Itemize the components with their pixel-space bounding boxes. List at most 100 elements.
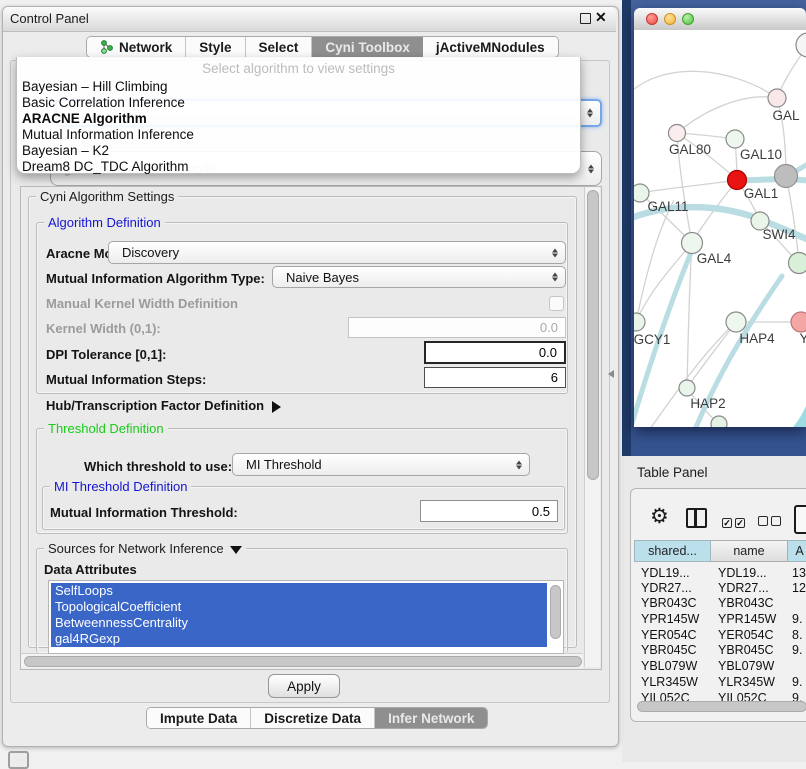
- table-cell[interactable]: 9.: [792, 612, 806, 626]
- table-cell[interactable]: YBL079W: [641, 659, 709, 673]
- control-panel-titlebar[interactable]: [3, 7, 616, 32]
- table-cell[interactable]: YBR045C: [718, 643, 786, 657]
- select-all-columns-icon[interactable]: ✓✓: [722, 513, 745, 531]
- table-cell[interactable]: YLR345W: [718, 675, 786, 689]
- table-cell[interactable]: YBL079W: [718, 659, 786, 673]
- list-item-selected[interactable]: BetweennessCentrality: [51, 615, 547, 631]
- table-cell[interactable]: 9.: [792, 691, 806, 701]
- table-horizontal-scrollbar[interactable]: [637, 701, 806, 712]
- control-panel-title: Control Panel: [10, 11, 89, 26]
- node-label: GAL11: [647, 199, 688, 214]
- gear-icon[interactable]: ⚙: [650, 504, 669, 529]
- node-green-bottom[interactable]: [711, 416, 727, 427]
- node-green-right[interactable]: [789, 253, 806, 274]
- dropdown-item[interactable]: Dream8 DC_TDC Algorithm: [22, 159, 189, 174]
- cyni-bottom-tabbar: Impute Data Discretize Data Infer Networ…: [146, 707, 488, 729]
- sources-group-title[interactable]: Sources for Network Inference: [44, 541, 246, 556]
- table-cell[interactable]: YBR043C: [718, 596, 786, 610]
- table-cell[interactable]: YIL052C: [641, 691, 709, 701]
- column-header-name[interactable]: name: [711, 540, 788, 562]
- aracne-mode-combo[interactable]: Discovery: [108, 241, 566, 264]
- mi-steps-field[interactable]: 6: [424, 367, 566, 388]
- table-cell[interactable]: YBR043C: [641, 596, 709, 610]
- list-item-selected[interactable]: gal4RGexp: [51, 631, 547, 647]
- table-cell[interactable]: YER054C: [641, 628, 709, 642]
- close-traffic-light[interactable]: [646, 13, 658, 25]
- splitter-collapse-arrow-icon[interactable]: [608, 370, 614, 378]
- column-header-partial[interactable]: A: [788, 540, 806, 562]
- node-label: GAL4: [697, 251, 732, 266]
- settings-hscrollbar-thumb[interactable]: [24, 656, 582, 667]
- table-cell[interactable]: YLR345W: [641, 675, 709, 689]
- table-cell[interactable]: YPR145W: [641, 612, 709, 626]
- minimize-traffic-light[interactable]: [664, 13, 676, 25]
- dropdown-item[interactable]: Basic Correlation Inference: [22, 95, 185, 110]
- tab-network[interactable]: Network: [87, 37, 186, 57]
- network-window-titlebar[interactable]: [634, 8, 806, 31]
- which-threshold-combo[interactable]: MI Threshold: [232, 453, 530, 476]
- tab-label: Network: [119, 40, 172, 55]
- node-label: HAP2: [690, 396, 725, 411]
- settings-vscrollbar-thumb[interactable]: [587, 190, 599, 480]
- node-hap4[interactable]: [726, 312, 746, 332]
- node-gal10[interactable]: [726, 130, 744, 148]
- network-canvas[interactable]: GAL GAL80 GAL10 GAL1 GAL11 SWI4 GAL4 GCY…: [634, 30, 806, 427]
- table-cell[interactable]: 8.: [792, 628, 806, 642]
- document-icon[interactable]: [794, 505, 806, 534]
- manual-kernel-width-checkbox[interactable]: [549, 296, 564, 311]
- dpi-tolerance-label: DPI Tolerance [0,1]:: [46, 347, 166, 362]
- dpi-tolerance-field[interactable]: 0.0: [424, 341, 566, 364]
- table-cell[interactable]: YBR045C: [641, 643, 709, 657]
- column-header-shared-name[interactable]: shared...: [634, 540, 711, 562]
- minimized-panel-icon[interactable]: [8, 751, 29, 769]
- column-view-icon[interactable]: [686, 508, 707, 528]
- list-item-selected[interactable]: TopologicalCoefficient: [51, 599, 547, 615]
- list-item-selected[interactable]: SelfLoops: [51, 583, 547, 599]
- tab-style[interactable]: Style: [186, 37, 245, 57]
- table-cell[interactable]: YDR27...: [718, 581, 786, 595]
- table-cell[interactable]: YER054C: [718, 628, 786, 642]
- node-gcy1[interactable]: [634, 313, 645, 331]
- float-window-icon[interactable]: [580, 13, 591, 24]
- tab-jactivemnodules[interactable]: jActiveMNodules: [423, 37, 558, 57]
- node-label: GAL: [772, 108, 800, 123]
- table-cell[interactable]: 9.: [792, 675, 806, 689]
- tab-infer-network[interactable]: Infer Network: [375, 708, 487, 728]
- table-cell[interactable]: 9.: [792, 643, 806, 657]
- data-attributes-list[interactable]: SelfLoops TopologicalCoefficient Between…: [48, 580, 564, 654]
- tab-select[interactable]: Select: [246, 37, 313, 57]
- table-cell[interactable]: YDL19...: [641, 566, 709, 580]
- dropdown-item[interactable]: Bayesian – Hill Climbing: [22, 79, 168, 94]
- table-cell[interactable]: YIL052C: [718, 691, 786, 701]
- node-unlabeled-top[interactable]: [796, 33, 806, 57]
- mi-threshold-field[interactable]: 0.5: [420, 500, 558, 522]
- dropdown-item[interactable]: Bayesian – K2: [22, 143, 109, 158]
- collapsed-arrow-icon: [272, 401, 281, 413]
- zoom-traffic-light[interactable]: [682, 13, 694, 25]
- apply-button[interactable]: Apply: [268, 674, 340, 698]
- node-gray[interactable]: [775, 165, 798, 188]
- dropdown-item[interactable]: Mutual Information Inference: [22, 127, 194, 142]
- mi-algorithm-type-combo[interactable]: Naive Bayes: [272, 266, 566, 288]
- list-vscrollbar-thumb[interactable]: [550, 585, 561, 639]
- table-cell[interactable]: 12: [792, 581, 806, 595]
- table-cell[interactable]: YDR27...: [641, 581, 709, 595]
- which-threshold-label: Which threshold to use:: [84, 459, 232, 474]
- table-cell[interactable]: YPR145W: [718, 612, 786, 626]
- kernel-width-field[interactable]: 0.0: [348, 317, 566, 338]
- apply-label: Apply: [287, 679, 321, 694]
- node-gal-top[interactable]: [768, 89, 786, 107]
- deselect-all-columns-icon[interactable]: [758, 513, 781, 531]
- close-panel-icon[interactable]: ✕: [595, 9, 607, 26]
- tab-cyni-toolbox[interactable]: Cyni Toolbox: [312, 37, 423, 57]
- dropdown-item-selected[interactable]: ARACNE Algorithm: [22, 111, 147, 126]
- tab-discretize-data[interactable]: Discretize Data: [251, 708, 375, 728]
- table-cell[interactable]: YDL19...: [718, 566, 786, 580]
- tab-impute-data[interactable]: Impute Data: [147, 708, 251, 728]
- table-cell[interactable]: 13: [792, 566, 806, 580]
- node-y[interactable]: [791, 312, 806, 332]
- hub-definition-toggle[interactable]: Hub/Transcription Factor Definition: [46, 398, 281, 413]
- node-hap2[interactable]: [679, 380, 695, 396]
- node-gal80[interactable]: [669, 125, 686, 142]
- combo-arrows-icon: [587, 109, 593, 118]
